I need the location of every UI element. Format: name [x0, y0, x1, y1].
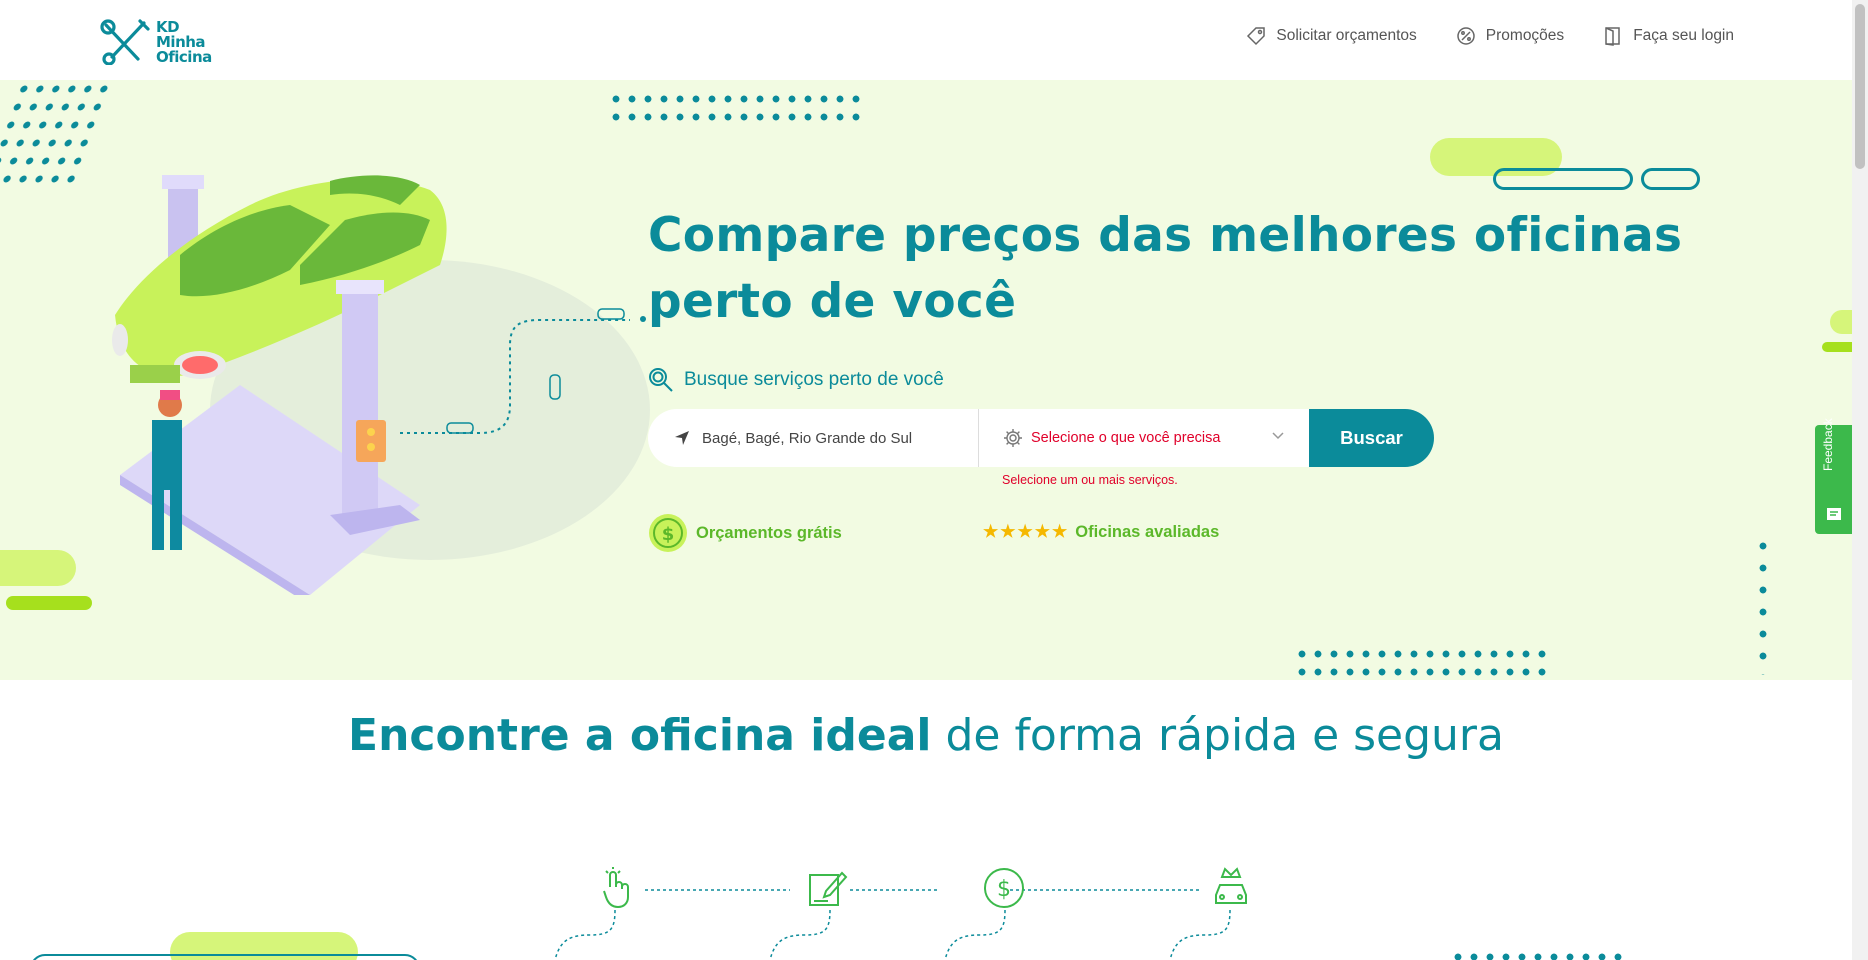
decor-dots-topleft — [0, 80, 112, 185]
location-arrow-icon — [675, 431, 689, 445]
percent-icon — [1457, 27, 1475, 45]
nav-promotions[interactable]: Promoções — [1455, 26, 1564, 46]
service-error-message: Selecione um ou mais serviços. — [1002, 473, 1178, 487]
crowned-car-icon — [1215, 867, 1247, 904]
feature-free-quotes-label: Orçamentos grátis — [696, 523, 842, 542]
star-icon: ★ — [983, 522, 999, 541]
nav-promotions-label: Promoções — [1485, 27, 1565, 44]
service-select[interactable]: Selecione o que você precisa — [979, 409, 1309, 467]
nav-request-quotes[interactable]: Solicitar orçamentos — [1245, 26, 1417, 46]
search-button[interactable]: Buscar — [1309, 409, 1434, 467]
header: KD Minha Oficina Solicitar orçamentos Pr… — [0, 0, 1852, 80]
decor-pill-outline — [1493, 168, 1633, 190]
page: KD Minha Oficina Solicitar orçamentos Pr… — [0, 0, 1868, 960]
hero-section: Compare preços das melhores oficinas per… — [0, 80, 1852, 680]
star-icon: ★ — [1034, 522, 1050, 541]
star-icon: ★ — [1017, 522, 1033, 541]
decor-dots-top — [608, 90, 868, 126]
gear-icon — [1004, 429, 1022, 447]
decor-pill — [6, 596, 92, 610]
feedback-label: Feedback — [1821, 418, 1835, 471]
chevron-down-icon — [1272, 432, 1284, 440]
feature-rated-shops: ★ ★ ★ ★ ★ Oficinas avaliadas — [983, 522, 1219, 542]
svg-text:$: $ — [662, 524, 675, 545]
tag-icon — [1247, 27, 1266, 46]
section-title-bold: Encontre a oficina ideal — [348, 710, 932, 761]
nav-login-label: Faça seu login — [1633, 27, 1734, 44]
decor-pill — [0, 550, 76, 586]
decor-pill-outline — [30, 954, 420, 960]
section-title: Encontre a oficina ideal de forma rápida… — [0, 710, 1852, 761]
search-icon — [649, 368, 673, 392]
logo-text: KD Minha Oficina — [156, 17, 212, 66]
rating-stars: ★ ★ ★ ★ ★ — [983, 522, 1067, 542]
decor-pill-outline — [1641, 168, 1700, 190]
wrench-screwdriver-icon — [100, 19, 150, 65]
svg-text:$: $ — [997, 877, 1011, 902]
feature-free-quotes: $ Orçamentos grátis — [648, 513, 842, 553]
nav-request-quotes-label: Solicitar orçamentos — [1276, 27, 1417, 44]
decor-dots-bottom-right — [1450, 948, 1630, 960]
edit-form-icon — [809, 871, 848, 906]
search-bar: Bagé, Bagé, Rio Grande do Sul Selecione … — [648, 409, 1434, 467]
nav-login[interactable]: Faça seu login — [1602, 26, 1734, 46]
decor-pill — [1830, 310, 1852, 334]
dollar-coin-icon: $ — [649, 514, 687, 552]
search-label: Busque serviços perto de você — [648, 367, 944, 393]
car-lift-illustration — [112, 175, 650, 595]
feedback-tab[interactable]: Feedback — [1815, 418, 1852, 534]
service-placeholder: Selecione o que você precisa — [1031, 430, 1221, 446]
steps-connector — [554, 889, 1231, 960]
tap-icon — [603, 867, 629, 909]
star-icon: ★ — [1000, 522, 1016, 541]
star-icon: ★ — [1052, 522, 1068, 541]
logo[interactable]: KD Minha Oficina — [100, 18, 220, 66]
scrollbar-thumb[interactable] — [1855, 4, 1865, 169]
location-value: Bagé, Bagé, Rio Grande do Sul — [702, 429, 913, 447]
section-title-rest: de forma rápida e segura — [931, 710, 1504, 761]
dollar-cancel-icon: $ — [984, 868, 1024, 908]
chat-icon — [1827, 508, 1841, 520]
hero-title: Compare preços das melhores oficinas per… — [648, 208, 1683, 329]
search-label-text: Busque serviços perto de você — [684, 369, 944, 390]
location-input[interactable]: Bagé, Bagé, Rio Grande do Sul — [648, 409, 979, 467]
decor-dots-bottom — [1294, 645, 1554, 680]
feature-rated-shops-label: Oficinas avaliadas — [1075, 522, 1220, 541]
decor-pill — [1822, 342, 1852, 352]
decor-dots-right-arc — [1755, 535, 1773, 675]
door-icon — [1605, 27, 1620, 46]
scrollbar[interactable] — [1852, 0, 1868, 960]
main-nav: Solicitar orçamentos Promoções Faça seu … — [1245, 26, 1734, 46]
